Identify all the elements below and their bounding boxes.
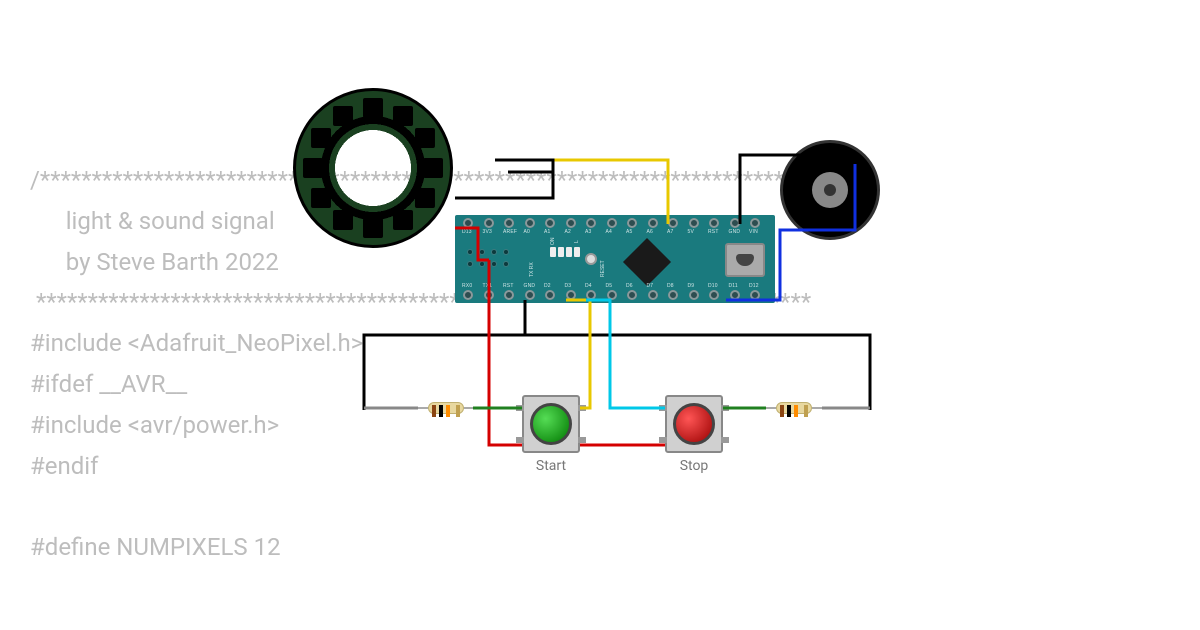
nano-pin-d6[interactable]: [627, 290, 637, 300]
nano-pin-d3[interactable]: [566, 290, 576, 300]
resistor-left[interactable]: [418, 400, 474, 416]
pin-label: A7: [667, 229, 674, 235]
pin-label: RST: [503, 283, 514, 289]
pin-label: TX1: [483, 283, 493, 289]
button-cap-icon: [673, 403, 715, 445]
nano-pin-5v[interactable]: [689, 218, 699, 228]
pin-label: D13: [462, 229, 472, 235]
nano-pin-a7[interactable]: [668, 218, 678, 228]
nano-pin-d4[interactable]: [586, 290, 596, 300]
pin-label: D12: [749, 283, 759, 289]
resistor-right[interactable]: [766, 400, 822, 416]
pin-label: 5V: [688, 229, 695, 235]
pin-label: D3: [565, 283, 572, 289]
circuit-diagram: TX RX RESET ON L D133V3AREFA0A1A2A3A4A5A…: [0, 0, 1200, 630]
stop-button[interactable]: [665, 395, 723, 453]
nano-pin-3v3[interactable]: [484, 218, 494, 228]
nano-pin-a5[interactable]: [627, 218, 637, 228]
pin-label: D11: [729, 283, 738, 289]
nano-pin-a4[interactable]: [607, 218, 617, 228]
icsp-header-icon: [465, 247, 515, 271]
pin-label: D2: [544, 283, 551, 289]
mcu-chip-icon: [623, 238, 671, 286]
nano-pin-aref[interactable]: [504, 218, 514, 228]
nano-pin-d2[interactable]: [545, 290, 555, 300]
arduino-nano[interactable]: TX RX RESET ON L D133V3AREFA0A1A2A3A4A5A…: [455, 215, 775, 303]
nano-pin-a0[interactable]: [525, 218, 535, 228]
usb-port-icon: [725, 243, 765, 277]
pin-label: GND: [524, 283, 536, 289]
neopixel-ring[interactable]: [293, 88, 453, 248]
pin-label: GND: [729, 229, 741, 235]
pin-label: D4: [585, 283, 592, 289]
nano-pin-rst[interactable]: [504, 290, 514, 300]
pin-label: D10: [708, 283, 718, 289]
nano-pin-a3[interactable]: [586, 218, 596, 228]
stop-button-label: Stop: [664, 458, 724, 474]
pin-label: A1: [544, 229, 551, 235]
wires-layer: [0, 0, 1200, 630]
nano-pin-d11[interactable]: [730, 290, 740, 300]
start-button-label: Start: [521, 458, 581, 474]
nano-pin-d12[interactable]: [750, 290, 760, 300]
pin-label: D7: [647, 283, 654, 289]
nano-pin-rst[interactable]: [709, 218, 719, 228]
pin-label: VIN: [749, 229, 758, 235]
pin-label: RX0: [462, 283, 472, 289]
pin-label: 3V3: [483, 229, 493, 235]
pin-label: A0: [524, 229, 531, 235]
nano-pin-d8[interactable]: [668, 290, 678, 300]
pin-label: D5: [606, 283, 613, 289]
pin-label: A5: [626, 229, 633, 235]
start-button[interactable]: [522, 395, 580, 453]
button-cap-icon: [530, 403, 572, 445]
pin-label: D8: [667, 283, 674, 289]
nano-pin-d10[interactable]: [709, 290, 719, 300]
pin-label: D6: [626, 283, 633, 289]
reset-button[interactable]: [585, 253, 597, 265]
pin-label: AREF: [503, 229, 517, 235]
nano-pin-a2[interactable]: [566, 218, 576, 228]
nano-pin-d5[interactable]: [607, 290, 617, 300]
pin-label: D9: [688, 283, 695, 289]
nano-pin-a1[interactable]: [545, 218, 555, 228]
pin-label: A2: [565, 229, 572, 235]
nano-pin-d7[interactable]: [648, 290, 658, 300]
pin-label: A3: [585, 229, 592, 235]
piezo-buzzer[interactable]: [780, 140, 880, 240]
nano-pin-a6[interactable]: [648, 218, 658, 228]
status-leds-icon: [550, 247, 580, 271]
nano-pin-vin[interactable]: [750, 218, 760, 228]
nano-pin-gnd[interactable]: [525, 290, 535, 300]
nano-pin-tx1[interactable]: [484, 290, 494, 300]
pin-label: A4: [606, 229, 613, 235]
nano-pin-d9[interactable]: [689, 290, 699, 300]
nano-pin-d13[interactable]: [463, 218, 473, 228]
pin-label: A6: [647, 229, 654, 235]
nano-pin-rx0[interactable]: [463, 290, 473, 300]
pin-label: RST: [708, 229, 719, 235]
nano-pin-gnd[interactable]: [730, 218, 740, 228]
